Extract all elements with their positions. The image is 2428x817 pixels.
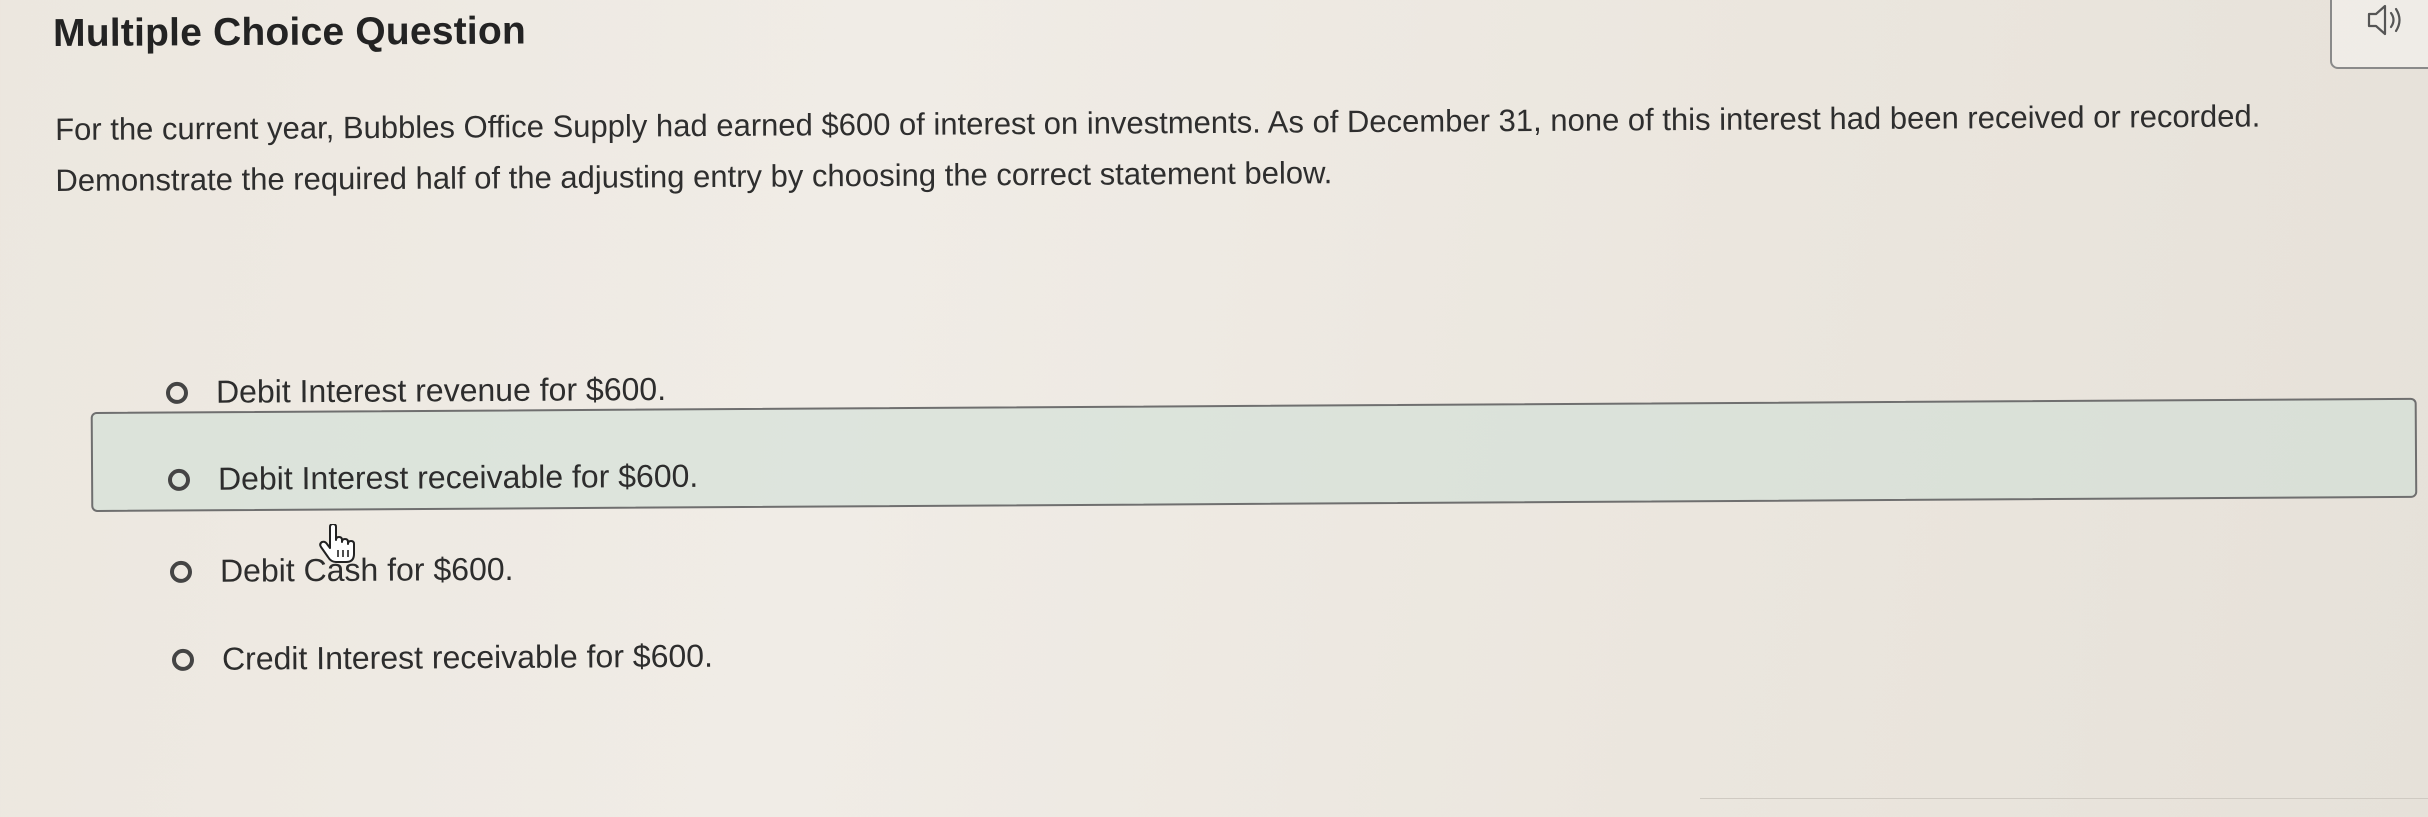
option-debit-interest-receivable[interactable]: Debit Interest receivable for $600. [167, 457, 699, 498]
option-label: Credit Interest receivable for $600. [221, 637, 714, 677]
divider [1700, 798, 2428, 799]
option-credit-interest-receivable[interactable]: Credit Interest receivable for $600. [171, 637, 714, 678]
option-label: Debit Interest receivable for $600. [217, 457, 699, 497]
radio-button[interactable] [165, 381, 189, 404]
option-debit-interest-revenue[interactable]: Debit Interest revenue for $600. [165, 370, 667, 411]
multiple-choice-page: Multiple Choice Question For the current… [0, 0, 2428, 817]
radio-button[interactable] [169, 560, 193, 583]
hand-pointer-icon [319, 524, 355, 563]
option-label: Debit Interest revenue for $600. [215, 370, 667, 410]
answer-options: Debit Interest revenue for $600. Debit I… [0, 0, 2428, 817]
option-label: Debit Cash for $600. [219, 550, 514, 589]
radio-button[interactable] [167, 468, 191, 491]
radio-button[interactable] [171, 648, 195, 671]
